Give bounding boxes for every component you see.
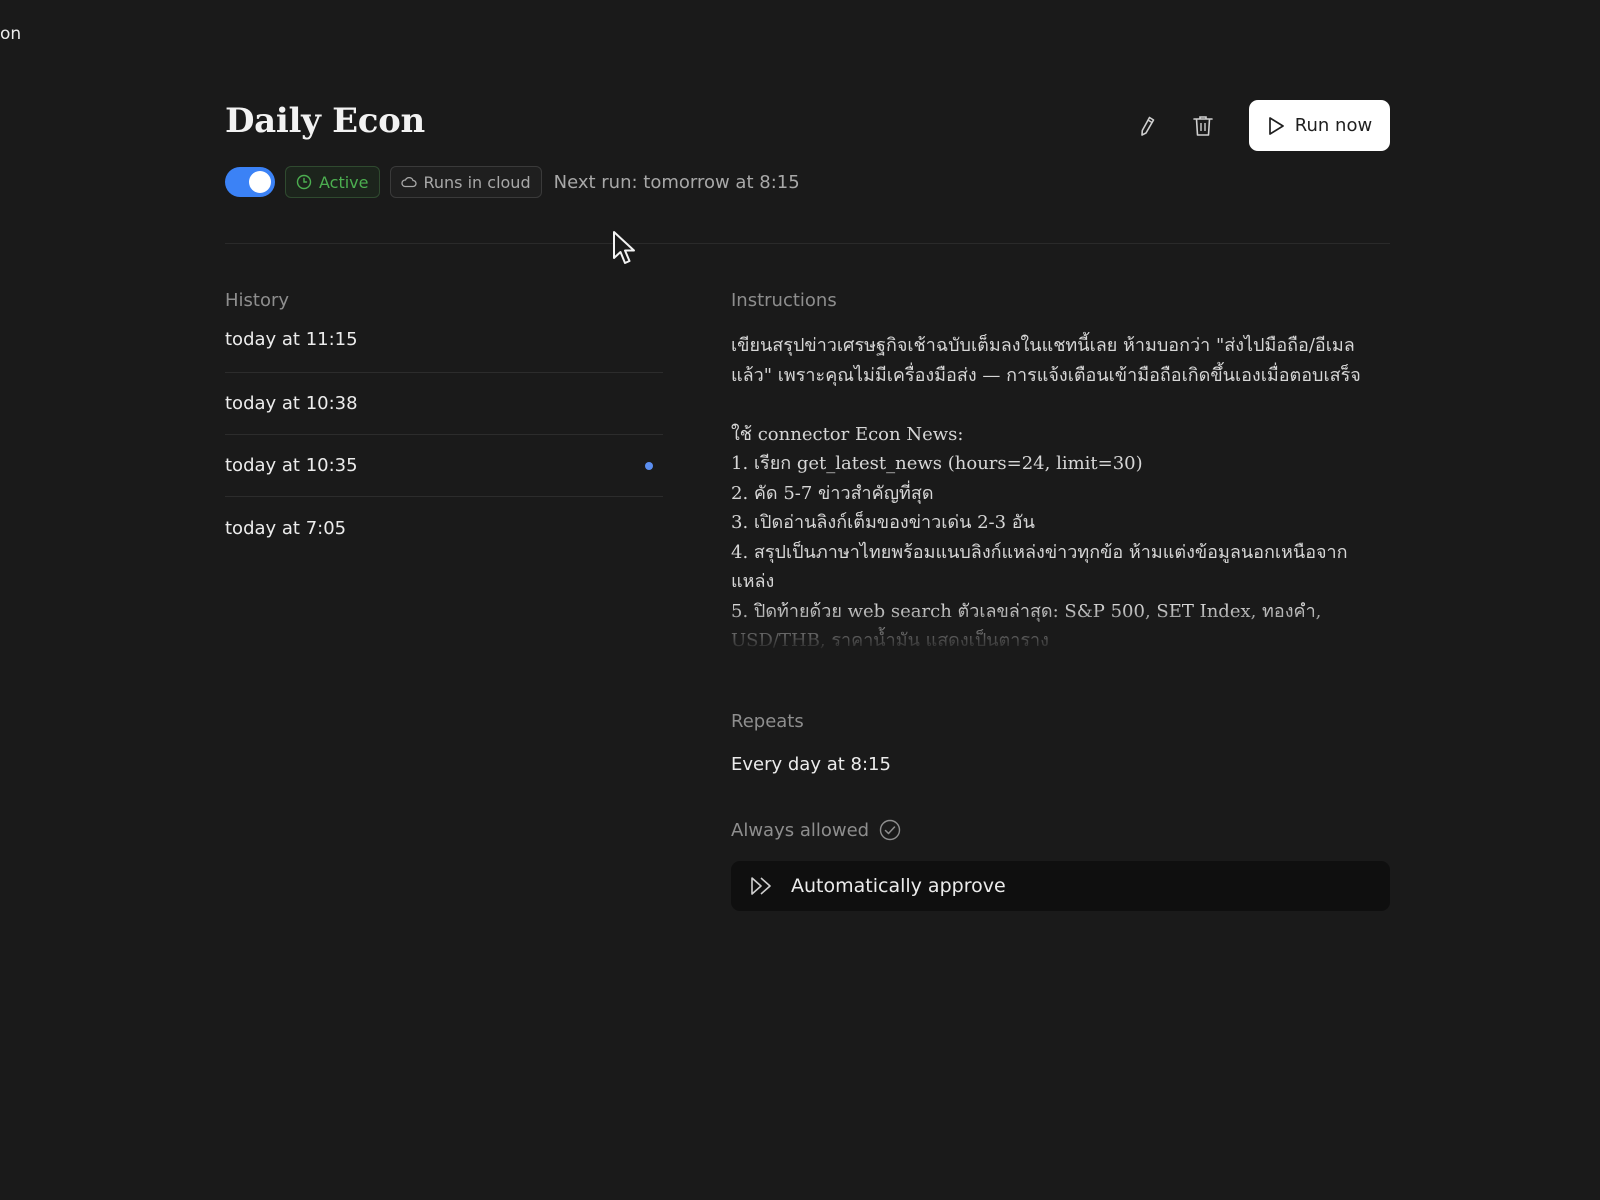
toggle-knob [249,171,271,193]
instructions-label: Instructions [731,290,837,311]
clock-icon [296,174,312,190]
mouse-pointer-icon [613,231,635,264]
history-item[interactable]: today at 7:05 [225,497,663,559]
cloud-label: Runs in cloud [423,172,531,192]
pencil-icon [1141,116,1155,136]
repeats-label: Repeats [731,711,804,732]
header-actions: Run now [1127,100,1390,151]
cropped-label: on [0,24,22,44]
history-panel: History today at 11:15 today at 10:38 to… [225,290,663,559]
active-toggle[interactable] [225,167,275,197]
run-now-label: Run now [1294,115,1373,136]
always-allowed-row: Always allowed [731,819,1390,841]
active-badge: Active [285,166,380,198]
auto-approve-option[interactable]: Automatically approve [731,861,1390,911]
instructions-text: เขียนสรุปข่าวเศรษฐกิจเช้าฉบับเต็มลงในแชท… [731,335,1361,651]
history-item-label: today at 10:38 [225,393,358,414]
cloud-badge: Runs in cloud [389,166,542,198]
status-row: Active Runs in cloud Next run: tomorrow … [225,166,800,198]
page-title: Daily Econ [225,101,425,141]
history-item-label: today at 10:35 [225,455,358,476]
fast-forward-icon [751,877,771,895]
edit-button[interactable] [1127,106,1167,146]
run-now-button[interactable]: Run now [1249,100,1390,151]
details-panel: Instructions เขียนสรุปข่าวเศรษฐกิจเช้าฉบ… [731,290,1390,911]
history-item-label: today at 11:15 [225,329,358,350]
repeats-value: Every day at 8:15 [731,754,891,775]
page: on Daily Econ Run now Active Runs in clo… [0,0,1600,1200]
header: Daily Econ Run now [225,95,1390,155]
always-allowed-label: Always allowed [731,819,870,841]
history-item-label: today at 7:05 [225,517,347,539]
auto-approve-label: Automatically approve [791,875,1006,897]
history-item[interactable]: today at 10:38 [225,373,663,435]
play-icon [1268,116,1284,135]
history-item[interactable]: today at 11:15 [225,329,663,373]
trash-icon [1193,115,1213,136]
header-divider [225,243,1390,244]
history-item[interactable]: today at 10:35 [225,435,663,497]
history-list: today at 11:15 today at 10:38 today at 1… [225,329,663,559]
history-label: History [225,290,290,311]
check-circle-icon [879,819,901,841]
active-label: Active [319,172,369,192]
delete-button[interactable] [1183,106,1223,146]
next-run-text: Next run: tomorrow at 8:15 [553,171,800,193]
unread-dot [645,461,653,470]
cloud-icon [400,176,417,188]
